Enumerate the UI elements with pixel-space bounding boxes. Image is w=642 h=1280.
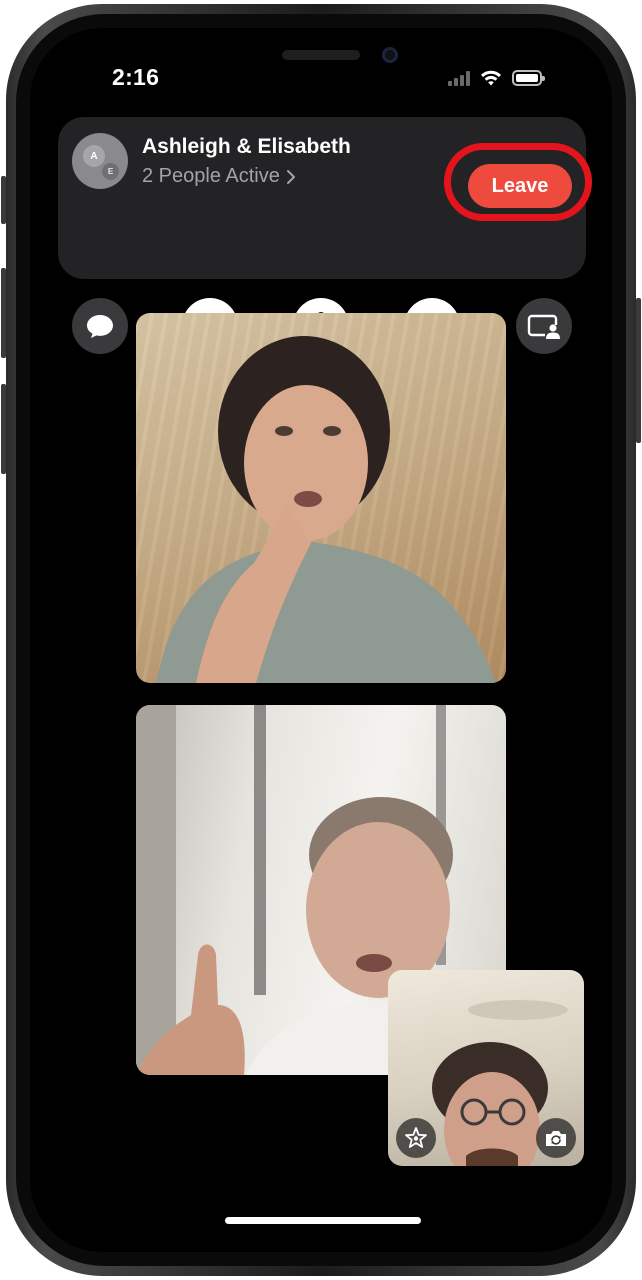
earpiece-speaker — [282, 50, 360, 60]
avatar-initial-e: E — [102, 163, 119, 180]
call-title[interactable]: Ashleigh & Elisabeth — [142, 135, 351, 159]
people-active-label: 2 People Active — [142, 165, 280, 187]
message-bubble-icon — [87, 315, 113, 338]
shareplay-button[interactable] — [516, 298, 572, 354]
flip-camera-button[interactable] — [536, 1118, 576, 1158]
side-button — [636, 298, 641, 443]
status-icons — [448, 68, 545, 88]
wifi-icon — [481, 70, 501, 86]
video-tile-participant-1[interactable] — [136, 313, 506, 683]
leave-button[interactable]: Leave — [468, 164, 572, 208]
people-active-link[interactable]: 2 People Active — [142, 165, 296, 188]
effects-star-icon — [405, 1127, 427, 1148]
avatar-initial-a: A — [83, 145, 105, 167]
messages-button[interactable] — [72, 298, 128, 354]
front-camera — [382, 47, 398, 63]
status-time: 2:16 — [112, 64, 160, 90]
self-view[interactable] — [388, 970, 584, 1166]
flip-camera-icon — [546, 1131, 566, 1146]
cellular-signal-icon — [448, 70, 470, 86]
chevron-right-icon — [286, 169, 295, 184]
volume-up-button — [1, 268, 6, 358]
home-indicator[interactable] — [225, 1217, 421, 1224]
phone-screen: 2:16 A E Ashleigh & Elisabeth 2 People A… — [30, 28, 612, 1252]
battery-icon — [512, 70, 545, 86]
volume-down-button — [1, 384, 6, 474]
mute-switch — [1, 176, 6, 224]
participant-1-video — [156, 336, 496, 683]
call-control-panel: A E Ashleigh & Elisabeth 2 People Active… — [58, 117, 592, 354]
effects-button[interactable] — [396, 1118, 436, 1158]
shareplay-icon — [527, 314, 560, 339]
group-avatar[interactable]: A E — [72, 133, 128, 189]
